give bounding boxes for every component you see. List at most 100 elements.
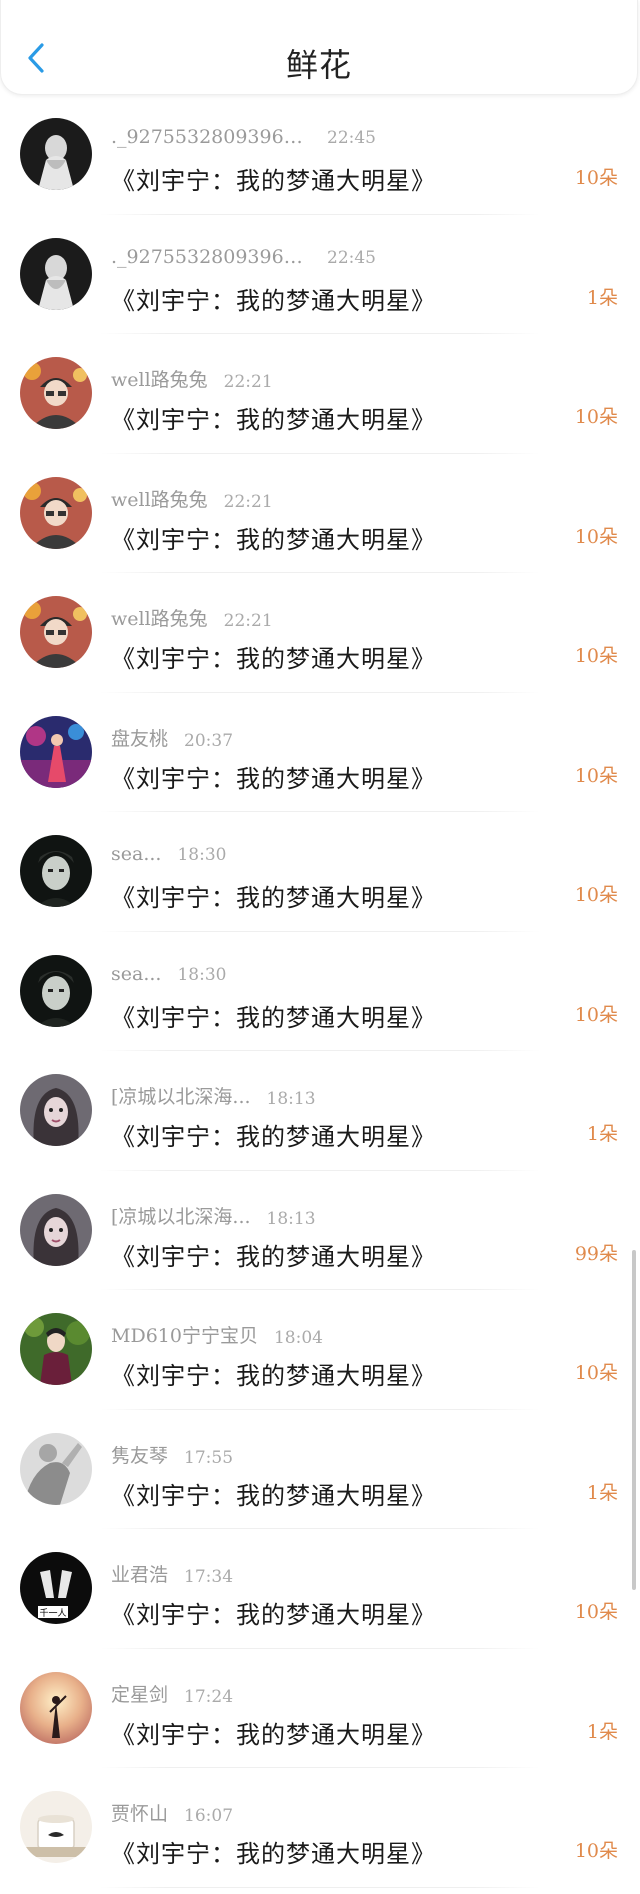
avatar[interactable]	[20, 954, 92, 1027]
avatar[interactable]	[20, 1432, 92, 1505]
avatar[interactable]	[20, 1193, 92, 1266]
list-item[interactable]: well路兔兔 22:21 《刘宇宁：我的梦通大明星》 10朵	[0, 334, 640, 454]
sender-name: [凉城以北深海...	[111, 1205, 251, 1228]
book-title: 《刘宇宁：我的梦通大明星》	[111, 645, 436, 673]
book-title: 《刘宇宁：我的梦通大明星》	[111, 406, 436, 434]
timestamp: 20:37	[184, 730, 234, 751]
list-item[interactable]: well路兔兔 22:21 《刘宇宁：我的梦通大明星》 10朵	[0, 573, 640, 693]
list-item[interactable]: well路兔兔 22:21 《刘宇宁：我的梦通大明星》 10朵	[0, 454, 640, 573]
flower-count: 10朵	[574, 1601, 618, 1623]
flower-count: 10朵	[574, 167, 618, 189]
flower-count: 1朵	[586, 1720, 618, 1743]
sender-meta: 隽友琴 17:55	[111, 1441, 233, 1468]
scrollbar[interactable]	[632, 1250, 636, 1590]
list-item[interactable]: 千一人 业君浩 17:34 《刘宇宁：我的梦通大明星》 10朵	[0, 1529, 640, 1649]
sender-name: sea...	[111, 843, 162, 865]
flower-count: 10朵	[574, 1003, 618, 1026]
timestamp: 22:45	[327, 128, 376, 148]
timestamp: 18:13	[266, 1208, 316, 1229]
flower-count: 10朵	[574, 764, 618, 787]
sender-meta: well路兔兔 22:21	[111, 485, 273, 512]
list-item[interactable]: 定星剑 17:24 《刘宇宁：我的梦通大明星》 1朵	[0, 1649, 640, 1768]
list-item[interactable]: ._92755328093961... 22:45 《刘宇宁：我的梦通大明星》 10朵	[0, 95, 640, 215]
sender-name: well路兔兔	[111, 608, 208, 630]
flower-count: 10朵	[574, 525, 618, 548]
book-title: 《刘宇宁：我的梦通大明星》	[111, 286, 436, 315]
timestamp: 18:13	[266, 1089, 316, 1109]
timestamp: 22:45	[327, 247, 376, 268]
list-item[interactable]: sea... 18:30 《刘宇宁：我的梦通大明星》 10朵	[0, 812, 640, 932]
avatar[interactable]	[20, 237, 92, 310]
divider	[100, 1886, 540, 1888]
list-item[interactable]: 贾怀山 16:07 《刘宇宁：我的梦通大明星》 10朵	[0, 1768, 640, 1888]
book-title: 《刘宇宁：我的梦通大明星》	[111, 1720, 436, 1749]
flower-count: 1朵	[586, 1123, 618, 1145]
avatar[interactable]	[20, 1671, 92, 1744]
timestamp: 18:04	[273, 1328, 323, 1348]
timestamp: 16:07	[184, 1806, 234, 1826]
sender-meta: ._92755328093961... 22:45	[111, 126, 376, 148]
list-item[interactable]: sea... 18:30 《刘宇宁：我的梦通大明星》 10朵	[0, 932, 640, 1051]
sender-meta: MD610宁宁宝贝 18:04	[111, 1321, 323, 1348]
list-item[interactable]: ._92755328093961... 22:45 《刘宇宁：我的梦通大明星》 1朵	[0, 215, 640, 334]
sender-name: well路兔兔	[111, 369, 208, 391]
timestamp: 22:21	[223, 372, 273, 392]
avatar[interactable]	[20, 596, 92, 668]
avatar[interactable]	[20, 1313, 92, 1385]
sender-meta: sea... 18:30	[111, 843, 226, 865]
list-item[interactable]: [凉城以北深海... 18:13 《刘宇宁：我的梦通大明星》 99朵	[0, 1171, 640, 1290]
list-item[interactable]: 隽友琴 17:55 《刘宇宁：我的梦通大明星》 1朵	[0, 1410, 640, 1529]
flower-count: 1朵	[586, 286, 618, 309]
sender-meta: sea... 18:30	[111, 963, 226, 985]
book-title: 《刘宇宁：我的梦通大明星》	[111, 525, 436, 554]
sender-meta: 盘友桃 20:37	[111, 724, 233, 751]
sender-meta: ._92755328093961... 22:45	[111, 246, 376, 268]
book-title: 《刘宇宁：我的梦通大明星》	[111, 1123, 436, 1151]
avatar[interactable]	[20, 357, 92, 429]
timestamp: 22:21	[223, 611, 273, 631]
avatar[interactable]	[20, 476, 92, 549]
sender-name: 盘友桃	[111, 727, 169, 750]
avatar[interactable]	[20, 118, 92, 190]
avatar[interactable]: 千一人	[20, 1552, 92, 1624]
flower-count: 10朵	[574, 1362, 618, 1384]
sender-name: 贾怀山	[111, 1803, 169, 1825]
timestamp: 17:55	[184, 1447, 234, 1468]
avatar[interactable]	[20, 1791, 92, 1863]
avatar[interactable]	[20, 715, 92, 788]
sender-meta: 定星剑 17:24	[111, 1680, 233, 1707]
book-title: 《刘宇宁：我的梦通大明星》	[111, 1840, 436, 1868]
sender-meta: 贾怀山 16:07	[111, 1799, 233, 1826]
book-title: 《刘宇宁：我的梦通大明星》	[111, 1362, 436, 1390]
list-item[interactable]: [凉城以北深海... 18:13 《刘宇宁：我的梦通大明星》 1朵	[0, 1051, 640, 1171]
book-title: 《刘宇宁：我的梦通大明星》	[111, 1601, 436, 1629]
book-title: 《刘宇宁：我的梦通大明星》	[111, 1242, 436, 1271]
flower-count: 1朵	[586, 1481, 618, 1504]
timestamp: 22:21	[223, 491, 273, 512]
flower-count: 10朵	[574, 406, 618, 428]
avatar[interactable]	[20, 835, 92, 907]
timestamp: 18:30	[177, 964, 227, 985]
book-title: 《刘宇宁：我的梦通大明星》	[111, 884, 436, 912]
sender-name: 隽友琴	[111, 1444, 169, 1467]
flower-gift-list: ._92755328093961... 22:45 《刘宇宁：我的梦通大明星》 10朵…	[0, 95, 640, 1888]
sender-name: 定星剑	[111, 1683, 169, 1706]
flower-count: 10朵	[574, 1840, 618, 1862]
flower-count: 10朵	[574, 884, 618, 906]
page-title: 鲜花	[285, 46, 352, 84]
avatar[interactable]	[20, 1074, 92, 1146]
flower-count: 10朵	[574, 645, 618, 667]
book-title: 《刘宇宁：我的梦通大明星》	[111, 1481, 436, 1510]
timestamp: 17:34	[184, 1567, 234, 1587]
svg-text:千一人: 千一人	[39, 1608, 66, 1619]
sender-name: ._92755328093961...	[111, 245, 311, 268]
book-title: 《刘宇宁：我的梦通大明星》	[111, 167, 436, 195]
sender-name: well路兔兔	[111, 488, 208, 511]
sender-meta: [凉城以北深海... 18:13	[111, 1202, 316, 1229]
sender-meta: well路兔兔 22:21	[111, 365, 273, 392]
sender-meta: [凉城以北深海... 18:13	[111, 1082, 316, 1109]
list-item[interactable]: MD610宁宁宝贝 18:04 《刘宇宁：我的梦通大明星》 10朵	[0, 1290, 640, 1410]
sender-name: sea...	[111, 962, 162, 985]
list-item[interactable]: 盘友桃 20:37 《刘宇宁：我的梦通大明星》 10朵	[0, 693, 640, 812]
sender-meta: 业君浩 17:34	[111, 1560, 233, 1587]
